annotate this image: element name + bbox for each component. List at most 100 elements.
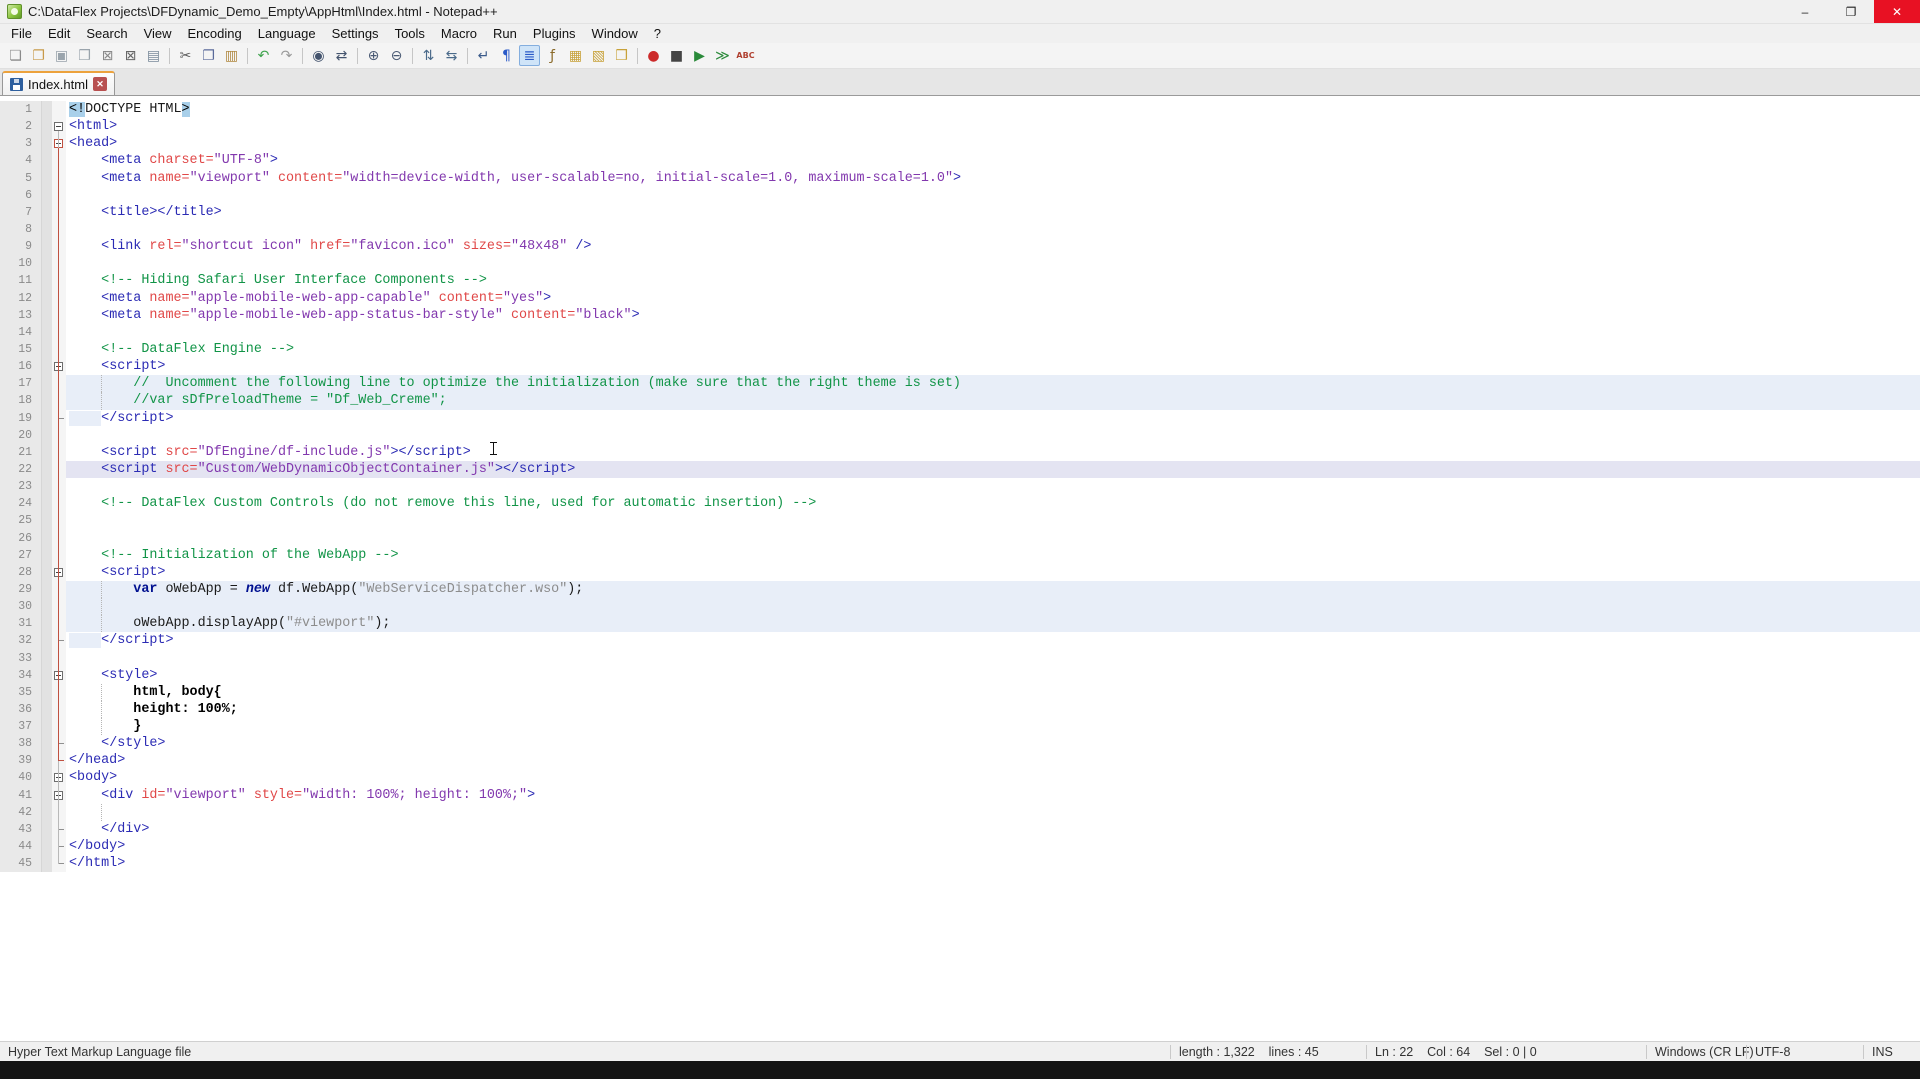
fold-margin[interactable] (52, 170, 66, 187)
code-line[interactable]: 17 // Uncomment the following line to op… (0, 375, 1920, 392)
sync-vertical-scrolling-icon[interactable]: ⇅ (418, 45, 439, 66)
menu-item-tools[interactable]: Tools (387, 25, 433, 42)
code-line[interactable]: 10 (0, 255, 1920, 272)
bookmark-margin[interactable] (42, 735, 52, 752)
fold-margin[interactable] (52, 547, 66, 564)
zoom-in-icon[interactable]: ⊕ (363, 45, 384, 66)
replace-icon[interactable]: ⇄ (331, 45, 352, 66)
code-line[interactable]: 13 <meta name="apple-mobile-web-app-stat… (0, 307, 1920, 324)
code-line[interactable]: 8 (0, 221, 1920, 238)
fold-margin[interactable] (52, 375, 66, 392)
bookmark-margin[interactable] (42, 787, 52, 804)
code-line[interactable]: 35 html, body{ (0, 684, 1920, 701)
fold-margin[interactable] (52, 478, 66, 495)
menu-item-help[interactable]: ? (646, 25, 669, 42)
bookmark-margin[interactable] (42, 564, 52, 581)
fold-margin[interactable] (52, 495, 66, 512)
save-all-icon[interactable]: ❒ (74, 45, 95, 66)
fold-margin[interactable] (52, 392, 66, 409)
menu-item-settings[interactable]: Settings (324, 25, 387, 42)
print-icon[interactable]: ▤ (143, 45, 164, 66)
menu-item-edit[interactable]: Edit (40, 25, 78, 42)
bookmark-margin[interactable] (42, 444, 52, 461)
bookmark-margin[interactable] (42, 495, 52, 512)
code-line[interactable]: 12 <meta name="apple-mobile-web-app-capa… (0, 290, 1920, 307)
code-line[interactable]: 33 (0, 650, 1920, 667)
bookmark-margin[interactable] (42, 461, 52, 478)
close-all-documents-icon[interactable]: ⊠ (120, 45, 141, 66)
code-line[interactable]: 24 <!-- DataFlex Custom Controls (do not… (0, 495, 1920, 512)
close-document-icon[interactable]: ⊠ (97, 45, 118, 66)
fold-margin[interactable] (52, 632, 66, 649)
menu-item-plugins[interactable]: Plugins (525, 25, 584, 42)
menu-item-window[interactable]: Window (584, 25, 646, 42)
bookmark-margin[interactable] (42, 135, 52, 152)
fold-margin[interactable] (52, 650, 66, 667)
status-insert-mode[interactable]: INS (1863, 1045, 1920, 1059)
code-line[interactable]: 22 <script src="Custom/WebDynamicObjectC… (0, 461, 1920, 478)
bookmark-margin[interactable] (42, 427, 52, 444)
code-line[interactable]: 3<head> (0, 135, 1920, 152)
fold-margin[interactable] (52, 118, 66, 135)
menu-item-macro[interactable]: Macro (433, 25, 485, 42)
code-line[interactable]: 23 (0, 478, 1920, 495)
bookmark-margin[interactable] (42, 307, 52, 324)
code-line[interactable]: 40<body> (0, 769, 1920, 786)
bookmark-margin[interactable] (42, 221, 52, 238)
bookmark-margin[interactable] (42, 838, 52, 855)
fold-margin[interactable] (52, 564, 66, 581)
code-line[interactable]: 29 var oWebApp = new df.WebApp("WebServi… (0, 581, 1920, 598)
fold-margin[interactable] (52, 838, 66, 855)
fold-margin[interactable] (52, 804, 66, 821)
fold-margin[interactable] (52, 255, 66, 272)
fold-margin[interactable] (52, 410, 66, 427)
code-line[interactable]: 31 oWebApp.displayApp("#viewport"); (0, 615, 1920, 632)
menu-item-view[interactable]: View (136, 25, 180, 42)
zoom-out-icon[interactable]: ⊖ (386, 45, 407, 66)
menu-item-file[interactable]: File (3, 25, 40, 42)
bookmark-margin[interactable] (42, 615, 52, 632)
bookmark-margin[interactable] (42, 255, 52, 272)
bookmark-margin[interactable] (42, 272, 52, 289)
fold-margin[interactable] (52, 341, 66, 358)
menu-item-language[interactable]: Language (250, 25, 324, 42)
tab-close-icon[interactable]: ✕ (93, 77, 107, 91)
status-encoding[interactable]: UTF-8 (1746, 1045, 1863, 1059)
fold-margin[interactable] (52, 598, 66, 615)
code-line[interactable]: 11 <!-- Hiding Safari User Interface Com… (0, 272, 1920, 289)
code-line[interactable]: 16 <script> (0, 358, 1920, 375)
code-line[interactable]: 18 //var sDfPreloadTheme = "Df_Web_Creme… (0, 392, 1920, 409)
bookmark-margin[interactable] (42, 238, 52, 255)
menu-item-encoding[interactable]: Encoding (180, 25, 250, 42)
code-line[interactable]: 43 </div> (0, 821, 1920, 838)
tab-index.html[interactable]: Index.html✕ (2, 71, 115, 95)
folder-as-workspace-icon[interactable]: ❒ (611, 45, 632, 66)
bookmark-margin[interactable] (42, 204, 52, 221)
fold-margin[interactable] (52, 701, 66, 718)
function-list-icon[interactable]: ƒ (542, 45, 563, 66)
code-line[interactable]: 41 <div id="viewport" style="width: 100%… (0, 787, 1920, 804)
code-line[interactable]: 26 (0, 530, 1920, 547)
stop-macro-icon[interactable]: ■ (666, 45, 687, 66)
editor-area[interactable]: 1<!DOCTYPE HTML>2<html>3<head>4 <meta ch… (0, 97, 1920, 1041)
fold-margin[interactable] (52, 667, 66, 684)
bookmark-margin[interactable] (42, 410, 52, 427)
code-line[interactable]: 4 <meta charset="UTF-8"> (0, 152, 1920, 169)
status-eol-format[interactable]: Windows (CR LF) (1646, 1045, 1746, 1059)
bookmark-margin[interactable] (42, 375, 52, 392)
copy-icon[interactable]: ❐ (198, 45, 219, 66)
bookmark-margin[interactable] (42, 684, 52, 701)
bookmark-margin[interactable] (42, 701, 52, 718)
fold-margin[interactable] (52, 272, 66, 289)
document-map-icon[interactable]: ▦ (565, 45, 586, 66)
bookmark-margin[interactable] (42, 530, 52, 547)
close-button[interactable]: ✕ (1874, 0, 1920, 23)
fold-margin[interactable] (52, 444, 66, 461)
bookmark-margin[interactable] (42, 478, 52, 495)
code-line[interactable]: 25 (0, 512, 1920, 529)
show-all-characters-icon[interactable]: ¶ (496, 45, 517, 66)
bookmark-margin[interactable] (42, 855, 52, 872)
bookmark-margin[interactable] (42, 324, 52, 341)
fold-margin[interactable] (52, 581, 66, 598)
bookmark-margin[interactable] (42, 392, 52, 409)
